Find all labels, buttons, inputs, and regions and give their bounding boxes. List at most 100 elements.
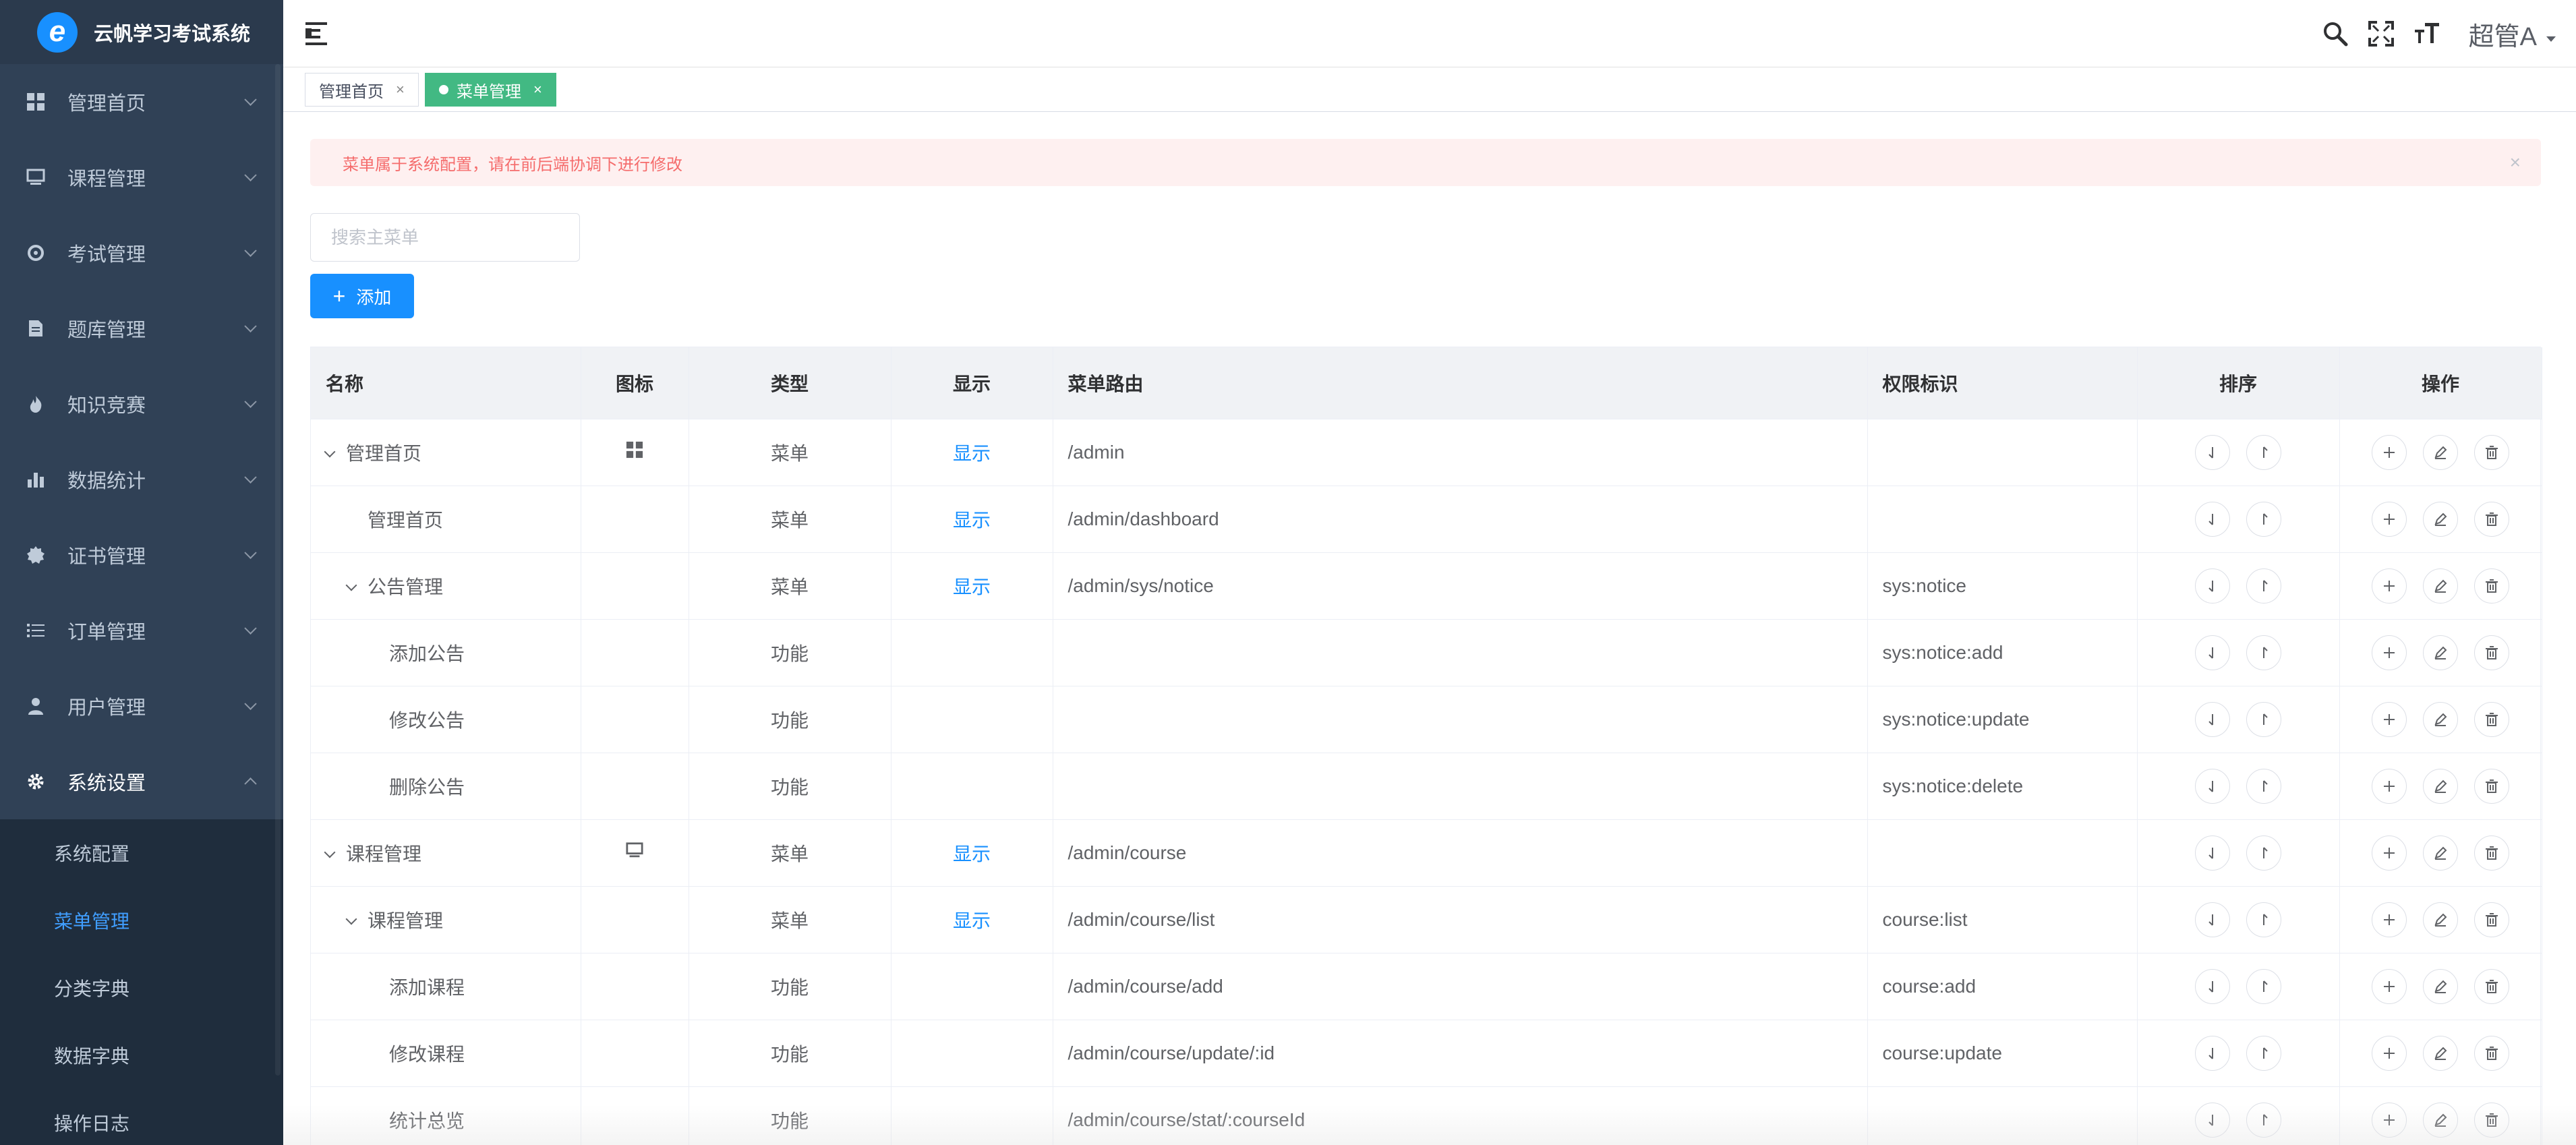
edit-icon[interactable]: [2423, 968, 2458, 1004]
edit-icon[interactable]: [2423, 835, 2458, 871]
logo[interactable]: 云帆学习考试系统: [0, 0, 283, 64]
close-icon[interactable]: ×: [2510, 152, 2521, 173]
move-up-icon[interactable]: [2246, 1102, 2281, 1138]
add-child-icon[interactable]: [2372, 835, 2407, 871]
caret-down-icon[interactable]: [2546, 36, 2556, 42]
add-child-icon[interactable]: [2372, 768, 2407, 804]
delete-icon[interactable]: [2474, 968, 2509, 1004]
close-icon[interactable]: ×: [533, 81, 542, 98]
move-down-icon[interactable]: [2195, 1035, 2230, 1071]
move-down-icon[interactable]: [2195, 902, 2230, 937]
delete-icon[interactable]: [2474, 835, 2509, 871]
delete-icon[interactable]: [2474, 768, 2509, 804]
edit-icon[interactable]: [2423, 501, 2458, 537]
tag-menu-management[interactable]: 菜单管理 ×: [425, 73, 556, 107]
move-up-icon[interactable]: [2246, 835, 2281, 871]
add-child-icon[interactable]: [2372, 701, 2407, 737]
delete-icon[interactable]: [2474, 701, 2509, 737]
sidebar-item-dashboard[interactable]: 管理首页: [0, 64, 283, 140]
edit-icon[interactable]: [2423, 902, 2458, 937]
edit-icon[interactable]: [2423, 635, 2458, 670]
move-down-icon[interactable]: [2195, 501, 2230, 537]
add-button-label: 添加: [356, 287, 392, 307]
delete-icon[interactable]: [2474, 568, 2509, 604]
edit-icon[interactable]: [2423, 768, 2458, 804]
submenu-item-data-dict[interactable]: 数据字典: [0, 1022, 283, 1089]
gear-icon: [26, 771, 46, 792]
cell-operations: [2339, 619, 2542, 686]
add-child-icon[interactable]: [2372, 434, 2407, 470]
hamburger-icon[interactable]: [305, 20, 331, 45]
move-down-icon[interactable]: [2195, 1102, 2230, 1138]
add-child-icon[interactable]: [2372, 968, 2407, 1004]
font-size-icon[interactable]: [2412, 19, 2442, 49]
delete-icon[interactable]: [2474, 635, 2509, 670]
add-button[interactable]: + 添加: [310, 274, 414, 318]
cell-path: /admin/course/list: [1053, 886, 1868, 953]
sidebar-item-system-settings[interactable]: 系统设置: [0, 744, 283, 819]
move-up-icon[interactable]: [2246, 768, 2281, 804]
sidebar-item-certificate[interactable]: 证书管理: [0, 517, 283, 593]
add-child-icon[interactable]: [2372, 1035, 2407, 1071]
expand-arrow-icon[interactable]: [345, 579, 357, 591]
submenu-item-category-dict[interactable]: 分类字典: [0, 954, 283, 1022]
add-child-icon[interactable]: [2372, 501, 2407, 537]
move-up-icon[interactable]: [2246, 902, 2281, 937]
move-up-icon[interactable]: [2246, 968, 2281, 1004]
submenu-item-operation-log[interactable]: 操作日志: [0, 1089, 283, 1145]
tag-dashboard[interactable]: 管理首页 ×: [305, 73, 419, 107]
cell-type: 菜单: [689, 552, 891, 620]
expand-arrow-icon[interactable]: [324, 846, 336, 858]
delete-icon[interactable]: [2474, 902, 2509, 937]
sidebar-item-course[interactable]: 课程管理: [0, 140, 283, 215]
sidebar-scrollbar[interactable]: [275, 64, 281, 1076]
submenu-item-menu-management[interactable]: 菜单管理: [0, 887, 283, 954]
add-child-icon[interactable]: [2372, 1102, 2407, 1138]
edit-icon[interactable]: [2423, 701, 2458, 737]
edit-icon[interactable]: [2423, 568, 2458, 604]
sidebar-item-question-bank[interactable]: 题库管理: [0, 291, 283, 366]
move-down-icon[interactable]: [2195, 768, 2230, 804]
move-up-icon[interactable]: [2246, 568, 2281, 604]
search-input[interactable]: [310, 213, 580, 262]
move-up-icon[interactable]: [2246, 635, 2281, 670]
add-child-icon[interactable]: [2372, 568, 2407, 604]
fullscreen-icon[interactable]: [2366, 19, 2396, 49]
move-up-icon[interactable]: [2246, 434, 2281, 470]
move-down-icon[interactable]: [2195, 568, 2230, 604]
move-up-icon[interactable]: [2246, 501, 2281, 537]
edit-icon[interactable]: [2423, 434, 2458, 470]
move-down-icon[interactable]: [2195, 701, 2230, 737]
edit-icon[interactable]: [2423, 1102, 2458, 1138]
sidebar-item-user[interactable]: 用户管理: [0, 668, 283, 744]
move-down-icon[interactable]: [2195, 835, 2230, 871]
add-child-icon[interactable]: [2372, 902, 2407, 937]
delete-icon[interactable]: [2474, 1035, 2509, 1071]
submenu-item-system-config[interactable]: 系统配置: [0, 819, 283, 887]
cell-type: 功能: [689, 1020, 891, 1087]
sidebar-item-competition[interactable]: 知识竞赛: [0, 366, 283, 442]
sidebar-item-exam[interactable]: 考试管理: [0, 215, 283, 291]
cell-permission: [1867, 486, 2138, 553]
search-icon[interactable]: [2320, 19, 2350, 49]
expand-arrow-icon[interactable]: [324, 446, 336, 457]
move-down-icon[interactable]: [2195, 434, 2230, 470]
move-up-icon[interactable]: [2246, 1035, 2281, 1071]
cell-sort: [2137, 753, 2340, 820]
sidebar-item-order[interactable]: 订单管理: [0, 593, 283, 668]
sidebar-item-statistics[interactable]: 数据统计: [0, 442, 283, 517]
edit-icon[interactable]: [2423, 1035, 2458, 1071]
cell-operations: [2339, 953, 2542, 1020]
user-name[interactable]: 超管A: [2469, 16, 2537, 53]
delete-icon[interactable]: [2474, 434, 2509, 470]
add-child-icon[interactable]: [2372, 635, 2407, 670]
close-icon[interactable]: ×: [396, 81, 405, 98]
move-up-icon[interactable]: [2246, 701, 2281, 737]
expand-arrow-icon[interactable]: [345, 913, 357, 924]
user-icon: [26, 696, 46, 716]
move-down-icon[interactable]: [2195, 968, 2230, 1004]
delete-icon[interactable]: [2474, 501, 2509, 537]
cell-path: [1053, 686, 1868, 753]
delete-icon[interactable]: [2474, 1102, 2509, 1138]
move-down-icon[interactable]: [2195, 635, 2230, 670]
